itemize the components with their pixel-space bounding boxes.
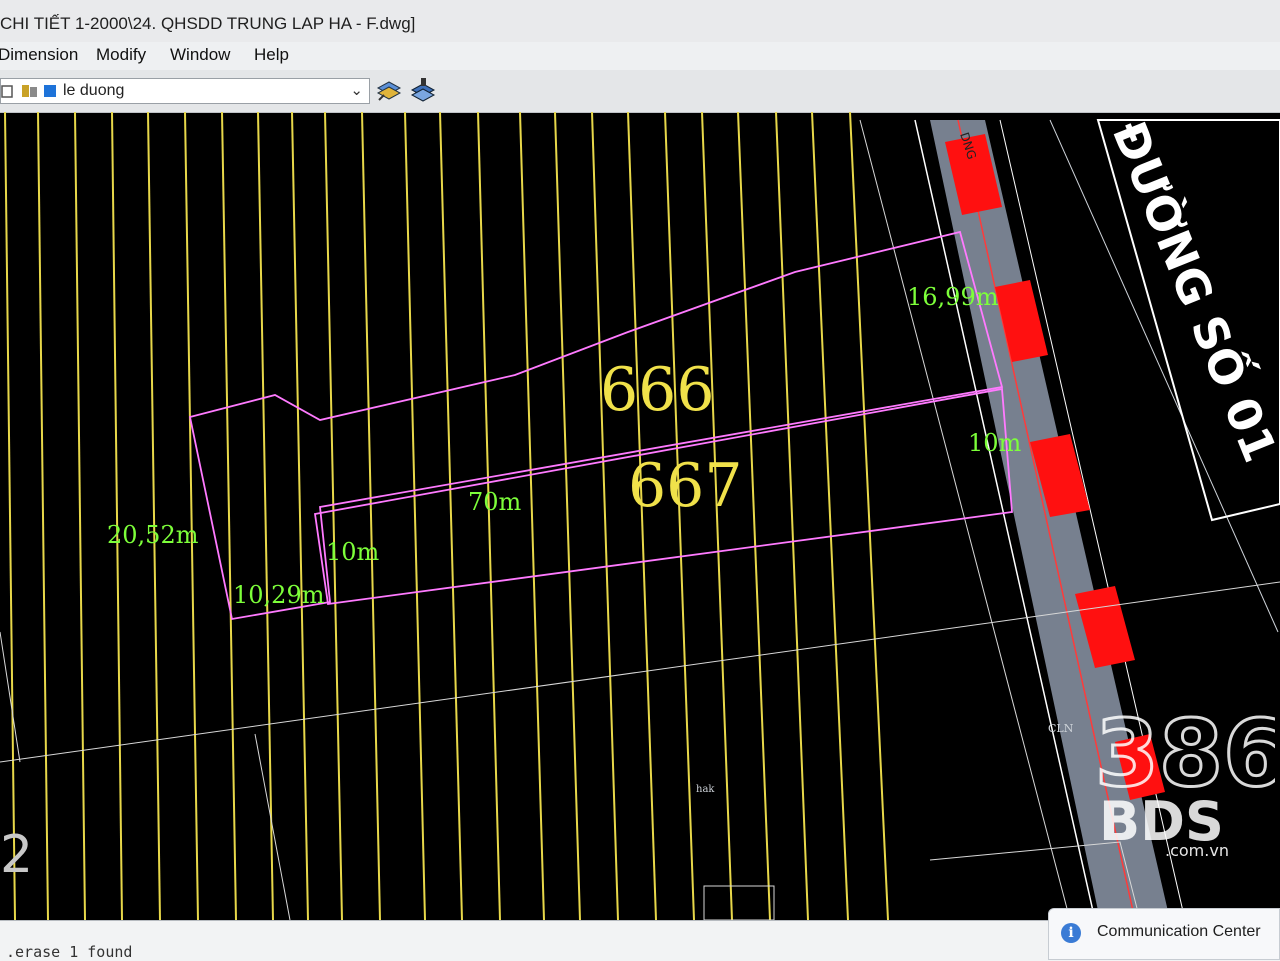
watermark-domain: .com.vn (1165, 841, 1229, 860)
layer-dropdown[interactable]: le duong ⌄ (0, 78, 370, 104)
menu-window[interactable]: Window (170, 45, 230, 65)
dimension-10m-right: 10m (968, 429, 1022, 457)
parcel-666-number: 666 (600, 355, 715, 425)
road-label: ĐƯỜNG SỐ 01 (1102, 112, 1280, 469)
label-hak: hak (696, 784, 715, 795)
grid-lines (4, 112, 889, 920)
dimension-70m: 70m (468, 488, 522, 516)
parcel-666-outline (188, 230, 1004, 621)
logo-386bds: 386 BDS .com.vn (1094, 699, 1280, 861)
title-bar: CHI TIẾT 1-2000\24. QHSDD TRUNG LAP HA -… (0, 0, 1280, 42)
menu-help[interactable]: Help (254, 45, 289, 65)
window-title: CHI TIẾT 1-2000\24. QHSDD TRUNG LAP HA -… (0, 14, 416, 33)
layer-color-icon (44, 85, 56, 97)
menu-modify[interactable]: Modify (96, 45, 146, 65)
edge-number: 2 (0, 825, 33, 885)
dimension-16-99m: 16,99m (907, 283, 999, 311)
cad-drawing: 666 667 16,99m 10m 70m 20,52m 10m 10,29m… (0, 112, 1280, 920)
layer-name: le duong (63, 82, 125, 99)
chevron-down-icon[interactable]: ⌄ (350, 81, 363, 99)
watermark-logo: 386 BDS .com.vn (1094, 690, 1280, 861)
parcel-outlines (188, 230, 1013, 621)
communication-center-balloon[interactable]: i Communication Center (1048, 908, 1280, 960)
layer-state-icon (1, 85, 13, 98)
info-icon: i (1061, 923, 1081, 943)
dimension-20-52m: 20,52m (107, 521, 199, 549)
layer-previous-icon[interactable] (408, 76, 438, 106)
drawing-canvas[interactable]: 666 667 16,99m 10m 70m 20,52m 10m 10,29m… (0, 112, 1280, 920)
layer-manager-icon[interactable] (374, 76, 404, 106)
dimension-10m-left: 10m (326, 538, 380, 566)
menu-dimension[interactable]: Dimension (0, 45, 78, 65)
command-history: .erase 1 found (6, 943, 133, 961)
parcel-667-number: 667 (628, 451, 743, 521)
menu-bar: Dimension Modify Window Help (0, 42, 1280, 70)
layer-properties-icon (22, 85, 37, 97)
layers-toolbar: le duong ⌄ (0, 70, 1280, 113)
label-cln: CLN (1048, 722, 1074, 735)
notification-label: Communication Center (1097, 923, 1261, 940)
dimension-10-29m: 10,29m (233, 581, 325, 609)
